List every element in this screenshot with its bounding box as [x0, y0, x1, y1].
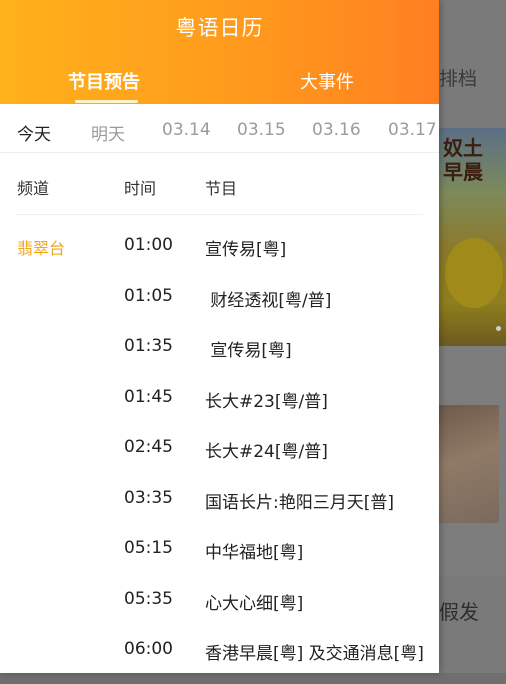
poster-character	[445, 238, 503, 308]
schedule-row[interactable]: 01:35 宣传易[粤]	[0, 331, 439, 381]
schedule-time: 03:35	[124, 487, 173, 508]
schedule-time: 01:05	[124, 285, 173, 306]
tab-major-events[interactable]: 大事件	[300, 68, 354, 94]
schedule-row[interactable]: 01:45 长大#23[粤/普]	[0, 382, 439, 432]
schedule-program: 财经透视[粤/普]	[205, 290, 332, 311]
schedule-program: 国语长片:艳阳三月天[普]	[205, 492, 394, 513]
column-headers: 频道 时间 节目	[0, 152, 439, 214]
active-tab-indicator	[75, 100, 138, 103]
schedule-time: 05:15	[124, 538, 173, 558]
header-channel: 频道	[17, 179, 50, 198]
drawer-header: 粤语日历 节目预告 大事件	[0, 0, 439, 104]
carousel-dot	[496, 326, 501, 331]
date-tab-0317[interactable]: 03.17	[388, 120, 437, 140]
schedule-program: 香港早晨[粤] 及交通消息[粤]	[205, 644, 424, 664]
schedule-program: 长大#23[粤/普]	[205, 391, 328, 412]
schedule-time: 01:35	[124, 336, 173, 356]
schedule-row[interactable]: 06:00 香港早晨[粤] 及交通消息[粤]	[0, 634, 439, 684]
tab-program-preview[interactable]: 节目预告	[68, 68, 140, 94]
poster-text: 奴土 早晨	[443, 136, 483, 184]
schedule-program: 心大心细[粤]	[205, 593, 304, 614]
page-title: 粤语日历	[175, 16, 264, 40]
background-poster[interactable]: 奴土 早晨	[439, 128, 506, 346]
schedule-row[interactable]: 02:45 长大#24[粤/普]	[0, 432, 439, 482]
divider	[16, 214, 423, 215]
date-tab-0315[interactable]: 03.15	[237, 120, 286, 140]
schedule-row[interactable]: 03:35 国语长片:艳阳三月天[普]	[0, 483, 439, 533]
schedule-time: 01:00	[124, 235, 173, 255]
header-program: 节目	[205, 179, 238, 198]
schedule-row[interactable]: 05:15 中华福地[粤]	[0, 533, 439, 583]
background-photo	[439, 405, 499, 523]
date-tab-0314[interactable]: 03.14	[162, 120, 211, 140]
schedule-time: 02:45	[124, 437, 173, 457]
schedule-row[interactable]: 01:05 财经透视[粤/普]	[0, 281, 439, 331]
date-selector[interactable]: 今天 明天 03.14 03.15 03.16 03.17	[0, 104, 439, 153]
calendar-drawer: 粤语日历 节目预告 大事件 今天 明天 03.14 03.15 03.16 03…	[0, 0, 439, 673]
schedule-time: 01:45	[124, 386, 173, 407]
date-tab-today[interactable]: 今天	[17, 120, 51, 145]
background-word[interactable]: 假发	[439, 596, 479, 625]
background-tab[interactable]: 排档	[439, 64, 477, 91]
schedule-program: 长大#24[粤/普]	[205, 442, 328, 462]
schedule-row[interactable]: 05:35 心大心细[粤]	[0, 584, 439, 634]
schedule-program: 中华福地[粤]	[205, 543, 304, 563]
header-time: 时间	[124, 179, 157, 198]
schedule-time: 06:00	[124, 639, 173, 659]
schedule-row[interactable]: 01:00 宣传易[粤]	[0, 230, 439, 280]
date-tab-tomorrow[interactable]: 明天	[91, 120, 125, 145]
schedule-program: 宣传易[粤]	[205, 341, 292, 361]
date-tab-0316[interactable]: 03.16	[312, 120, 361, 140]
schedule-time: 05:35	[124, 588, 173, 609]
schedule-program: 宣传易[粤]	[205, 240, 287, 260]
